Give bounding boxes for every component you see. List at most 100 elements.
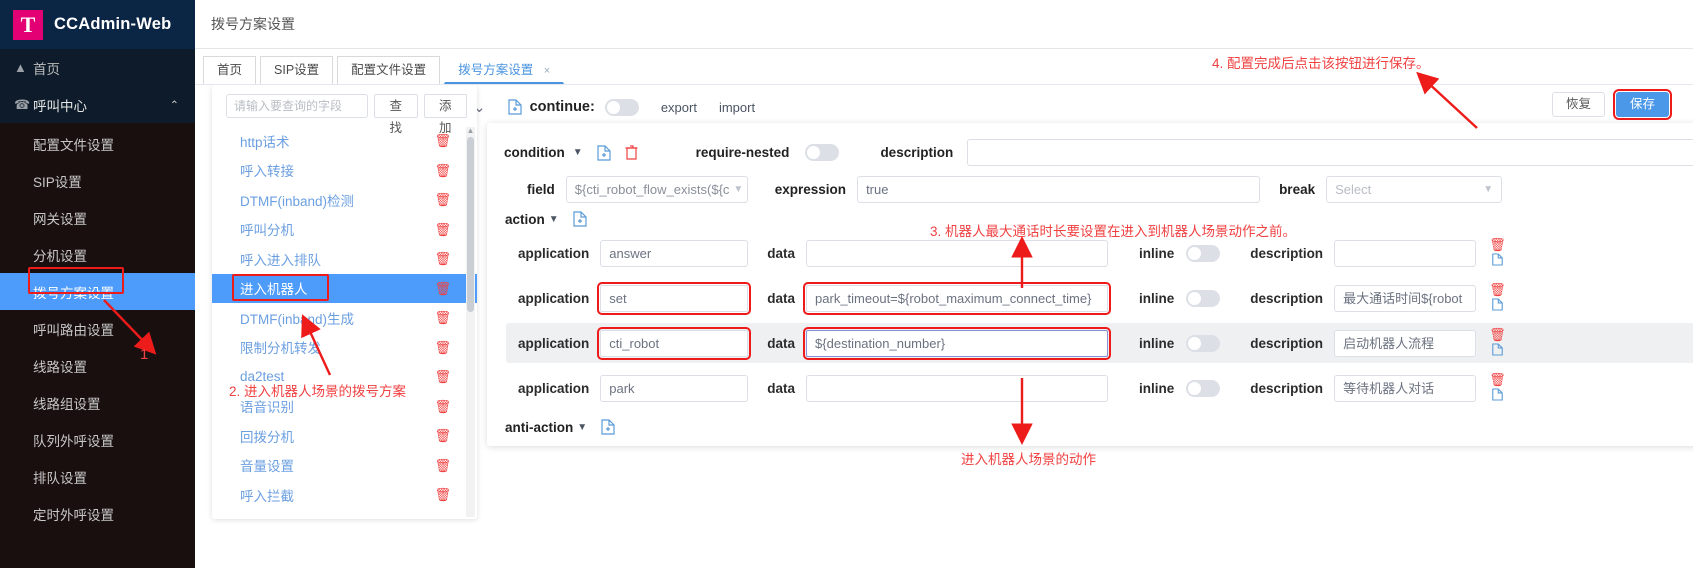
trash-icon[interactable]: 🗑 [434, 282, 451, 295]
expression-input[interactable]: true [857, 176, 1261, 203]
list-item[interactable]: DTMF(inband)检测 🗑 [212, 185, 477, 215]
sidebar-item-profile-settings[interactable]: 配置文件设置 [0, 125, 195, 162]
trash-icon[interactable]: 🗑 [434, 223, 451, 236]
list-item[interactable]: 音量设置 🗑 [212, 451, 477, 481]
file-add-icon[interactable] [597, 144, 611, 161]
sidebar-item-timed-outbound-settings[interactable]: 定时外呼设置 [0, 495, 195, 532]
inline-toggle[interactable] [1186, 289, 1221, 307]
sidebar-item-sip-settings[interactable]: SIP设置 [0, 162, 195, 199]
field-select[interactable]: ${cti_robot_flow_exists(${c ▼ [565, 176, 748, 203]
file-add-icon[interactable] [1492, 342, 1503, 359]
application-input[interactable]: cti_robot [597, 326, 752, 360]
close-icon[interactable]: × [544, 65, 550, 77]
list-item-enter-robot[interactable]: 进入机器人 🗑 [212, 273, 477, 303]
continue-toggle[interactable] [604, 98, 639, 116]
description-input[interactable]: 等待机器人对话 [1334, 374, 1477, 402]
condition-header: condition ▼ require-nested description [487, 133, 1693, 170]
trash-icon[interactable]: 🗑 [434, 311, 451, 324]
export-button[interactable]: export [661, 100, 697, 115]
home-icon: ▲ [14, 60, 27, 75]
list-item[interactable]: 语音识别 🗑 [212, 392, 477, 422]
tab-dialplan-settings[interactable]: 拨号方案设置 × [444, 56, 565, 84]
list-scrollbar[interactable]: ▲ [466, 126, 475, 517]
sidebar-group-call-center[interactable]: ☎ 呼叫中心 ⌃ [0, 86, 195, 123]
tab-profile-settings[interactable]: 配置文件设置 [337, 56, 441, 84]
scrollbar-thumb[interactable] [467, 137, 474, 312]
search-input[interactable] [226, 94, 368, 118]
trash-icon[interactable]: 🗑 [434, 429, 451, 442]
list-item[interactable]: 呼叫分机 🗑 [212, 215, 477, 245]
trash-icon[interactable]: 🗑 [434, 164, 451, 177]
add-button[interactable]: 添加 [423, 94, 467, 135]
inline-toggle[interactable] [1186, 244, 1221, 262]
trash-icon[interactable] [625, 145, 638, 160]
chevron-down-icon[interactable]: ▼ [549, 214, 559, 225]
file-add-icon[interactable] [1492, 297, 1503, 314]
tab-sip-settings[interactable]: SIP设置 [260, 56, 334, 84]
sidebar-item-extension-settings[interactable]: 分机设置 [0, 236, 195, 273]
tab-home[interactable]: 首页 [203, 56, 257, 84]
list-item[interactable]: 限制分机转发 🗑 [212, 333, 477, 363]
data-input[interactable]: ${destination_number} [803, 326, 1112, 360]
list-item[interactable]: 呼入转接 🗑 [212, 156, 477, 186]
trash-icon[interactable]: 🗑 [434, 252, 451, 265]
trash-icon[interactable]: 🗑 [434, 459, 451, 472]
require-nested-toggle[interactable] [805, 144, 840, 161]
sidebar-item-line-group-settings[interactable]: 线路组设置 [0, 384, 195, 421]
description-input[interactable]: 启动机器人流程 [1334, 329, 1477, 357]
sidebar-item-home[interactable]: ▲ 首页 [0, 49, 195, 86]
sidebar-item-line-settings[interactable]: 线路设置 [0, 347, 195, 384]
chevron-down-icon[interactable]: ▼ [573, 147, 583, 158]
chevron-up-icon[interactable]: ⌃ [170, 98, 179, 111]
sidebar-item-queue-outbound-settings[interactable]: 队列外呼设置 [0, 421, 195, 458]
row-icons: 🗑 [1489, 283, 1506, 314]
restore-button[interactable]: 恢复 [1551, 92, 1605, 117]
trash-icon[interactable]: 🗑 [434, 341, 451, 354]
sidebar-item-gateway-settings[interactable]: 网关设置 [0, 199, 195, 236]
trash-icon[interactable]: 🗑 [1489, 238, 1506, 251]
inline-toggle[interactable] [1186, 379, 1221, 397]
application-label: application [518, 245, 590, 261]
sidebar-item-label: 线路设置 [33, 359, 87, 375]
application-label: application [518, 380, 590, 396]
description-input[interactable]: 最大通话时间${robot [1334, 284, 1477, 312]
trash-icon[interactable]: 🗑 [1489, 328, 1506, 341]
list-item[interactable]: http话术 🗑 [212, 126, 477, 156]
break-select[interactable]: Select ▼ [1326, 176, 1503, 203]
description-input[interactable] [1334, 239, 1477, 267]
list-item[interactable]: DTMF(inband)生成 🗑 [212, 303, 477, 333]
scroll-up-icon[interactable]: ▲ [466, 126, 475, 135]
file-add-icon[interactable] [507, 99, 522, 115]
trash-icon[interactable]: 🗑 [1489, 283, 1506, 296]
list-item[interactable]: 回拨分机 🗑 [212, 421, 477, 451]
action-label: action [505, 211, 545, 227]
find-button[interactable]: 查找 [374, 94, 418, 135]
save-button[interactable]: 保存 [1612, 89, 1673, 120]
list-item[interactable]: 呼入进入排队 🗑 [212, 244, 477, 274]
list-item[interactable]: 呼入拦截 🗑 [212, 480, 477, 510]
file-add-icon[interactable] [601, 419, 615, 435]
sidebar-item-dialplan-settings[interactable]: 拨号方案设置 [0, 273, 195, 310]
application-input[interactable]: answer [600, 239, 749, 267]
data-input[interactable]: park_timeout=${robot_maximum_connect_tim… [803, 281, 1112, 315]
trash-icon[interactable]: 🗑 [434, 488, 451, 501]
trash-icon[interactable]: 🗑 [434, 193, 451, 206]
import-button[interactable]: import [719, 100, 755, 115]
trash-icon[interactable]: 🗑 [434, 400, 451, 413]
trash-icon[interactable]: 🗑 [1489, 373, 1506, 386]
file-add-icon[interactable] [1492, 252, 1503, 269]
application-input[interactable]: park [600, 374, 749, 402]
data-input[interactable] [806, 374, 1109, 402]
sidebar-item-call-route-settings[interactable]: 呼叫路由设置 [0, 310, 195, 347]
file-add-icon[interactable] [1492, 387, 1503, 404]
list-item[interactable]: da2test 🗑 [212, 362, 477, 392]
condition-description-input[interactable] [967, 139, 1693, 166]
data-input[interactable] [806, 239, 1109, 267]
trash-icon[interactable]: 🗑 [434, 134, 451, 147]
trash-icon[interactable]: 🗑 [434, 370, 451, 383]
file-add-icon[interactable] [573, 211, 587, 227]
sidebar-item-queue-settings[interactable]: 排队设置 [0, 458, 195, 495]
chevron-down-icon[interactable]: ▼ [577, 422, 587, 433]
application-input[interactable]: set [597, 281, 752, 315]
inline-toggle[interactable] [1186, 334, 1221, 352]
